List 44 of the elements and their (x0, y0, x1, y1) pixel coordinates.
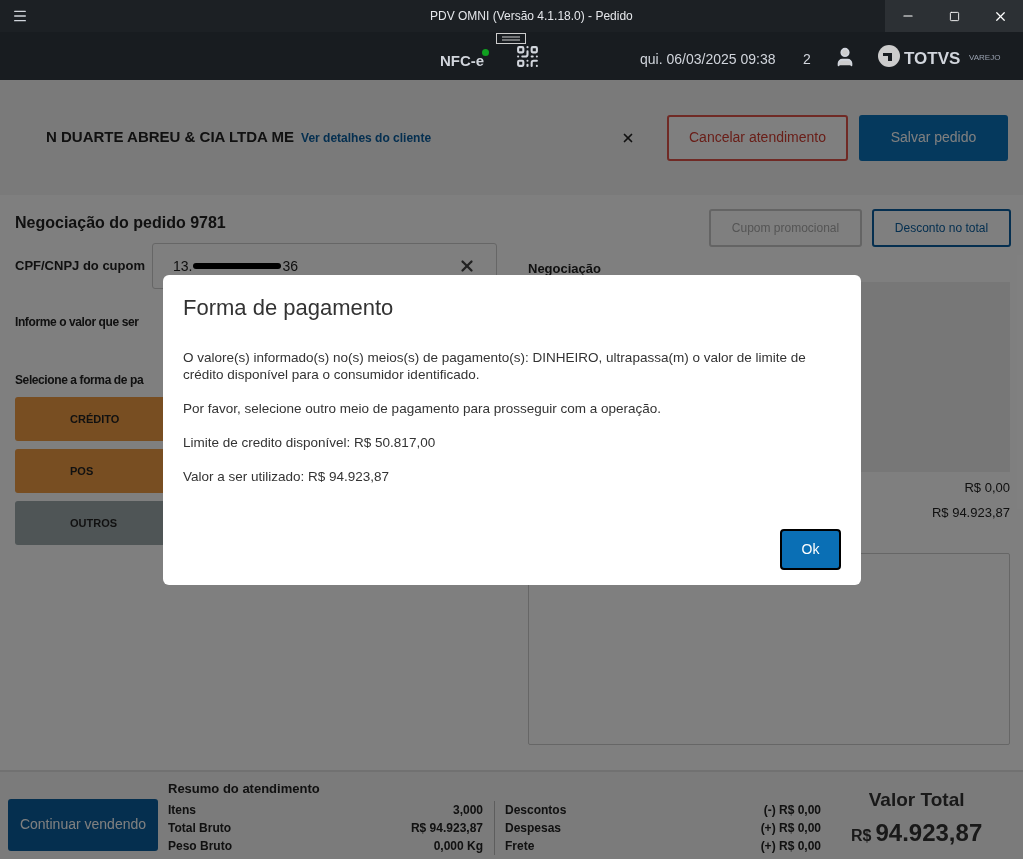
summary-label: Peso Bruto (168, 837, 232, 855)
client-details-link[interactable]: Ver detalhes do cliente (301, 128, 432, 147)
summary-label: Despesas (505, 819, 562, 837)
summary-value: 0,000 Kg (433, 837, 483, 855)
amount-value: R$ 0,00 (964, 478, 1010, 497)
summary-label: Total Bruto (168, 819, 232, 837)
summary-value: R$ 94.923,87 (410, 819, 483, 837)
qr-code-icon[interactable] (515, 44, 540, 69)
negotiation-title: Negociação do pedido 9781 (15, 213, 227, 233)
summary-label: Itens (168, 801, 196, 819)
cancel-button[interactable]: Cancelar atendimento (667, 114, 848, 161)
logo-text: TOTVS (904, 48, 961, 70)
dialog-message: O valore(s) informado(s) no(s) meios(s) de pagamento(s): DINHEIRO, ultrapassa(m) o valor de limite de crédito disponível para o consumidor identificado. (183, 349, 807, 383)
dialog-title: Forma de pagamento (183, 294, 395, 322)
document-type: NFC-e (440, 51, 485, 71)
cpf-label: CPF/CNPJ do cupom (15, 257, 146, 276)
total-currency: R$ (851, 825, 872, 846)
negotiation-label: Negociação (528, 260, 602, 278)
printer-icon (496, 33, 526, 44)
summary-label: Frete (505, 837, 535, 855)
notification-count: 2 (803, 50, 811, 69)
summary-value: (-) R$ 0,00 (763, 801, 821, 819)
summary-title: Resumo do atendimento (168, 780, 321, 798)
logo-icon (877, 44, 901, 68)
date-time: qui. 06/03/2025 09:38 (640, 50, 776, 69)
ok-button[interactable]: Ok (780, 529, 841, 570)
maximize-icon (948, 10, 960, 22)
summary-value: 3,000 (452, 801, 483, 819)
menu-icon[interactable] (12, 8, 28, 24)
client-name: N DUARTE ABREU & CIA LTDA ME (46, 127, 295, 148)
clear-icon[interactable] (458, 257, 476, 275)
discount-button[interactable]: Desconto no total (872, 209, 1011, 247)
window-title: PDV OMNI (Versão 4.1.18.0) - Pedido (430, 8, 633, 25)
amount-prompt: Informe o valor que ser (15, 314, 139, 331)
summary-value: (+) R$ 0,00 (760, 819, 821, 837)
payment-prompt: Selecione a forma de pa (15, 372, 144, 389)
summary-label: Descontos (505, 801, 567, 819)
continue-selling-button[interactable]: Continuar vendendo (8, 798, 158, 851)
total-value: 94.923,87 (875, 817, 983, 848)
summary-value: (+) R$ 0,00 (760, 837, 821, 855)
total-label: Valor Total (868, 788, 965, 813)
logo-subtext: VAREJO (969, 52, 1001, 64)
save-button[interactable]: Salvar pedido (859, 114, 1008, 161)
amount-value: R$ 94.923,87 (931, 504, 1010, 522)
